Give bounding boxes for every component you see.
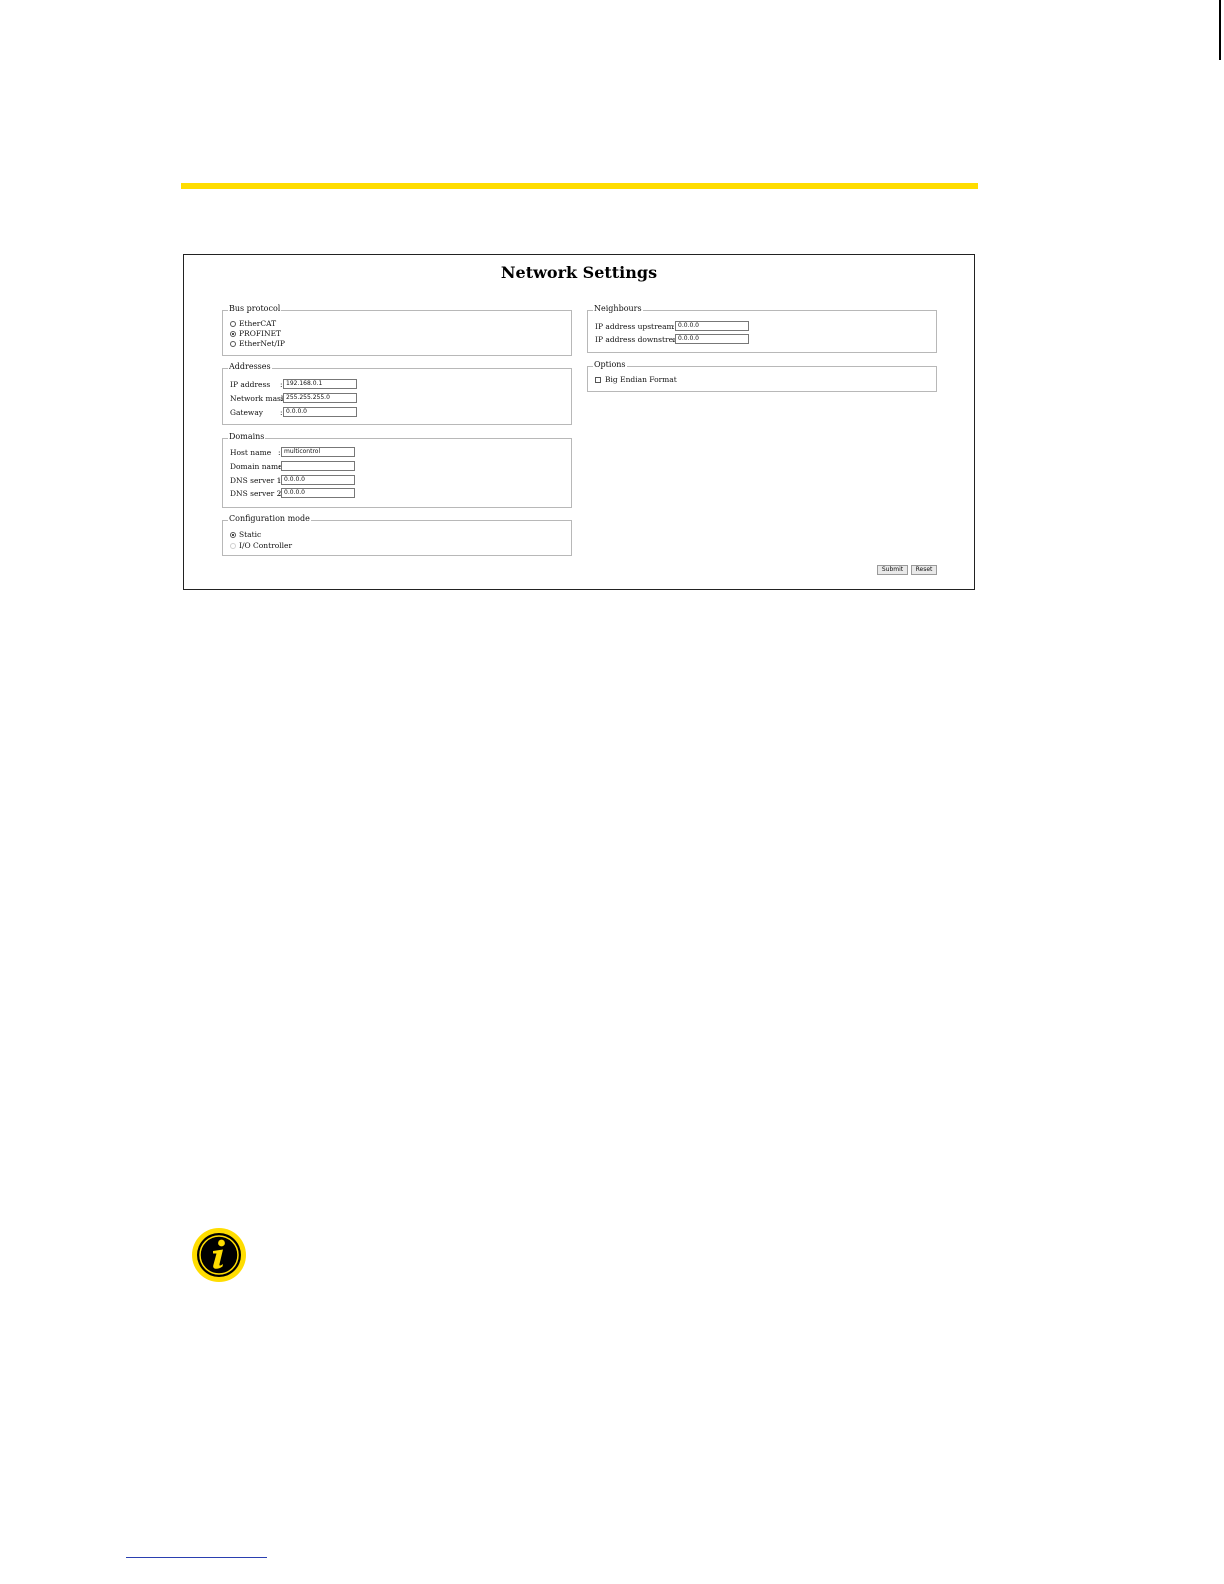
header-accent-bar <box>181 183 978 189</box>
network-mask-label: Network mask <box>230 394 286 403</box>
domains-group: Domains Host name : multicontrol Domain … <box>222 432 572 508</box>
network-mask-row: Network mask : <box>230 393 286 404</box>
ip-downstream-label: IP address downstream <box>595 335 685 344</box>
info-icon <box>192 1228 246 1282</box>
neighbours-legend: Neighbours <box>593 304 643 314</box>
ip-address-label: IP address <box>230 380 271 389</box>
radio-io-controller-control[interactable] <box>230 542 236 549</box>
host-name-label: Host name <box>230 448 272 457</box>
footer-link-underline <box>126 1557 267 1558</box>
bus-protocol-group: Bus protocol EtherCAT PROFINET EtherNet/… <box>222 304 572 356</box>
network-settings-screenshot: Network Settings Bus protocol EtherCAT P… <box>183 254 975 590</box>
host-name-row: Host name : <box>230 447 281 458</box>
page-edge-rule <box>1219 0 1221 60</box>
configuration-mode-legend: Configuration mode <box>228 514 311 524</box>
configuration-mode-group: Configuration mode Static I/O Controller <box>222 514 572 556</box>
ip-upstream-input[interactable]: 0.0.0.0 <box>675 321 749 331</box>
radio-static[interactable]: Static <box>230 529 261 540</box>
page-title: Network Settings <box>500 263 658 282</box>
dns-server-1-input[interactable]: 0.0.0.0 <box>281 475 355 485</box>
ip-downstream-input[interactable]: 0.0.0.0 <box>675 334 749 344</box>
radio-ethernetip-label: EtherNet/IP <box>239 339 285 348</box>
big-endian-checkbox[interactable] <box>595 376 601 383</box>
radio-static-control[interactable] <box>230 531 236 538</box>
radio-ethernetip-control[interactable] <box>230 340 236 347</box>
dns-server-1-label: DNS server 1 <box>230 476 282 485</box>
domains-legend: Domains <box>228 432 266 442</box>
gateway-label: Gateway <box>230 408 264 417</box>
radio-io-controller-label: I/O Controller <box>239 541 293 550</box>
ip-address-input[interactable]: 192.168.0.1 <box>283 379 357 389</box>
radio-static-label: Static <box>239 530 262 539</box>
domain-name-row: Domain name : <box>230 461 283 472</box>
options-group: Options Big Endian Format <box>587 360 937 392</box>
domain-name-label: Domain name <box>230 462 283 471</box>
dns-server-1-row: DNS server 1 : <box>230 475 281 486</box>
ip-upstream-label: IP address upstream <box>595 322 674 331</box>
radio-ethercat-control[interactable] <box>230 320 236 327</box>
network-mask-input[interactable]: 255.255.255.0 <box>283 393 357 403</box>
radio-ethernetip[interactable]: EtherNet/IP <box>230 338 285 349</box>
ip-downstream-row: IP address downstream : <box>595 334 685 345</box>
addresses-legend: Addresses <box>228 362 272 372</box>
ip-upstream-row: IP address upstream : <box>595 321 675 332</box>
bus-protocol-legend: Bus protocol <box>228 304 282 314</box>
host-name-input[interactable]: multicontrol <box>281 447 355 457</box>
domain-name-input[interactable] <box>281 461 355 471</box>
big-endian-option[interactable]: Big Endian Format <box>595 374 677 385</box>
options-legend: Options <box>593 360 627 370</box>
dns-server-2-label: DNS server 2 <box>230 489 282 498</box>
neighbours-group: Neighbours IP address upstream : 0.0.0.0… <box>587 304 937 353</box>
radio-io-controller[interactable]: I/O Controller <box>230 540 292 551</box>
gateway-input[interactable]: 0.0.0.0 <box>283 407 357 417</box>
addresses-group: Addresses IP address : 192.168.0.1 Netwo… <box>222 362 572 425</box>
dns-server-2-row: DNS server 2 : <box>230 488 281 499</box>
ip-address-row: IP address : <box>230 379 283 390</box>
reset-button[interactable]: Reset <box>911 565 937 575</box>
submit-button[interactable]: Submit <box>877 565 908 575</box>
dns-server-2-input[interactable]: 0.0.0.0 <box>281 488 355 498</box>
gateway-row: Gateway : <box>230 407 283 418</box>
big-endian-label: Big Endian Format <box>605 375 677 384</box>
radio-profinet-control[interactable] <box>230 330 236 337</box>
